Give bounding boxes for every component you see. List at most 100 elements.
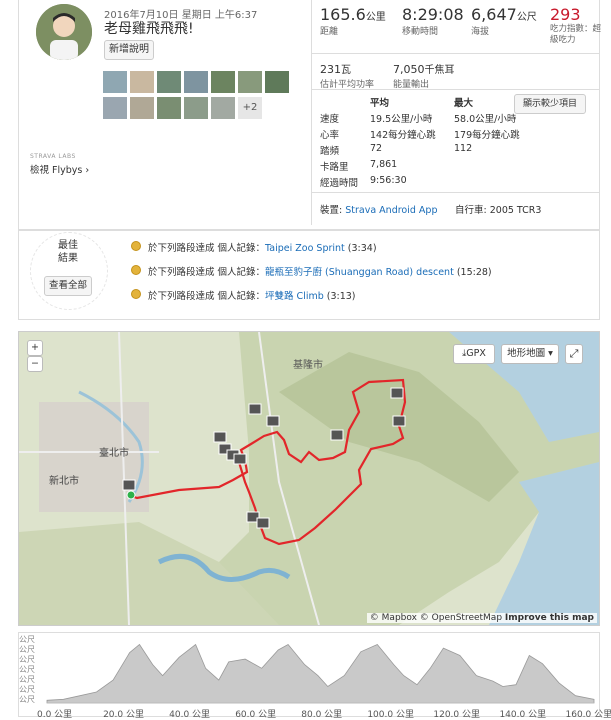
attribution-osm[interactable]: © OpenStreetMap [420,613,502,623]
stats-row-label: 經過時間 [320,178,359,189]
power-unit: 瓦 [341,65,351,76]
photo-thumbnail[interactable] [265,71,289,93]
photo-thumbnail[interactable] [157,97,181,119]
elevation-label: 海拔 [471,27,490,37]
map-type-dropdown[interactable]: 地形地圖 ▾ [501,344,559,364]
photo-thumbnail[interactable] [103,97,127,119]
start-marker [126,490,136,500]
pr-time: (3:13) [323,291,356,302]
route-map[interactable]: + − ⤓GPX 地形地圖 ▾ ⤢ 基隆市 臺北市 新北市 © Mapbox ©… [18,331,600,626]
photo-thumbnail[interactable] [184,71,208,93]
pr-prefix: 於下列路段達成 個人記錄： [148,291,266,302]
device-label: 裝置: [320,205,343,216]
pr-segment-link[interactable]: 坪雙路 Climb [265,291,324,302]
x-tick-label: 100.0 公里 [367,710,414,720]
view-all-button[interactable]: 查看全部 [44,276,92,296]
elevation-stat: 6,647公尺 海拔 [471,5,537,37]
moving-time-label: 移動時間 [402,27,439,37]
stats-row-label: 速度 [320,114,340,125]
flyby-link[interactable]: Flybys › [52,165,89,176]
pr-segment-link[interactable]: 龍瓶至豹子廚 (Shuanggan Road) descent [265,267,454,278]
y-unit-label: 公尺 [19,655,35,664]
distance-unit: 公里 [365,12,386,23]
best-results-line2: 結果 [58,253,78,264]
stats-row-max: 179每分鐘心跳 [454,130,520,141]
photo-thumbnail[interactable] [184,97,208,119]
pr-item: 於下列路段達成 個人記錄：龍瓶至豹子廚 (Shuanggan Road) des… [148,264,492,278]
bike-value: 2005 TCR3 [489,205,542,216]
stats-row-avg: 9:56:30 [370,175,407,186]
pr-time: (3:34) [344,243,377,254]
photo-thumbnail[interactable] [211,97,235,119]
suffer-value: 293 [550,5,581,24]
zoom-out-button[interactable]: − [27,356,43,372]
energy-value: 7,050 [393,63,425,76]
elevation-value: 6,647 [471,5,517,24]
more-photos-button[interactable]: +2 [238,97,262,119]
distance-label: 距離 [320,27,339,37]
stats-row-label: 踏頻 [320,146,340,157]
stats-row-avg: 142每分鐘心跳 [370,130,436,141]
attribution-improve[interactable]: Improve this map [505,613,594,623]
add-description-button[interactable]: 新增說明 [104,40,154,60]
photo-thumbnail[interactable] [130,97,154,119]
avatar[interactable] [36,4,92,60]
device-link[interactable]: Strava Android App [345,205,437,216]
suffer-score-stat[interactable]: 293 吃力指數：超級吃力 [550,5,610,46]
energy-stat: 7,050千焦耳 能量輸出 [393,58,455,90]
photo-thumbnail[interactable] [238,71,262,93]
y-unit-label: 公尺 [19,665,35,674]
stats-divider [311,53,600,54]
strava-labs-label: STRAVA LABS [30,153,76,160]
gpx-download-button[interactable]: ⤓GPX [453,344,495,364]
map-canvas [19,332,599,625]
gpx-label: GPX [466,348,486,359]
distance-value: 165.6 [320,5,366,24]
y-unit-label: 公尺 [19,645,35,654]
x-tick-label: 160.0 公里 [565,710,611,720]
elevation-chart[interactable]: 公尺 公尺 公尺 公尺 公尺 公尺 公尺 0.0 公里 20.0 公里 40.0 公… [18,632,611,720]
city-label-taipei: 臺北市 [99,448,129,459]
pr-time: (15:28) [453,267,492,278]
device-row: 裝置: Strava Android App [320,202,438,216]
stats-row-avg: 7,861 [370,159,398,170]
stats-row-label: 心率 [320,130,340,141]
y-unit-label: 公尺 [19,675,35,684]
pr-segment-link[interactable]: Taipei Zoo Sprint [265,243,345,254]
attribution-mapbox[interactable]: © Mapbox [370,613,417,623]
stats-row-avg: 19.5公里/小時 [370,114,433,125]
pr-item: 於下列路段達成 個人記錄：Taipei Zoo Sprint (3:34) [148,240,377,254]
photo-thumbnail[interactable] [103,71,127,93]
photo-thumbnail[interactable] [157,71,181,93]
pr-prefix: 於下列路段達成 個人記錄： [148,267,266,278]
power-value: 231 [320,63,341,76]
suffer-label: 吃力指數：超級吃力 [550,24,602,45]
zoom-in-button[interactable]: + [27,340,43,356]
x-tick-label: 20.0 公里 [103,710,144,720]
activity-title: 老母雞飛飛飛! [104,21,194,37]
photo-thumbnail[interactable] [211,71,235,93]
photo-thumbnail[interactable] [130,71,154,93]
elevation-unit: 公尺 [516,12,537,23]
elevation-area [46,643,595,704]
stats-divider [311,89,600,90]
expand-icon[interactable]: ⤢ [565,344,583,364]
stats-row-max: 58.0公里/小時 [454,114,517,125]
show-less-button[interactable]: 顯示較少項目 [514,94,586,114]
medal-icon [131,241,141,251]
y-unit-label: 公尺 [19,635,35,644]
x-tick-label: 40.0 公里 [169,710,211,720]
flyby-prefix: 檢視 [30,165,53,176]
city-label-newtaipei: 新北市 [49,476,79,487]
x-tick-label: 140.0 公里 [499,710,547,720]
col-header-avg: 平均 [370,98,390,109]
x-tick-label: 60.0 公里 [235,710,277,720]
x-tick-label: 80.0 公里 [301,710,343,720]
moving-time-stat: 8:29:08 移動時間 [402,5,464,37]
moving-time-value: 8:29:08 [402,5,464,24]
y-unit-label: 公尺 [19,685,35,694]
y-unit-label: 公尺 [19,695,35,704]
city-label-keelung: 基隆市 [293,360,323,371]
best-results-title: 最佳 結果 [52,239,84,265]
power-stat: 231瓦 估計平均功率 [320,58,374,90]
